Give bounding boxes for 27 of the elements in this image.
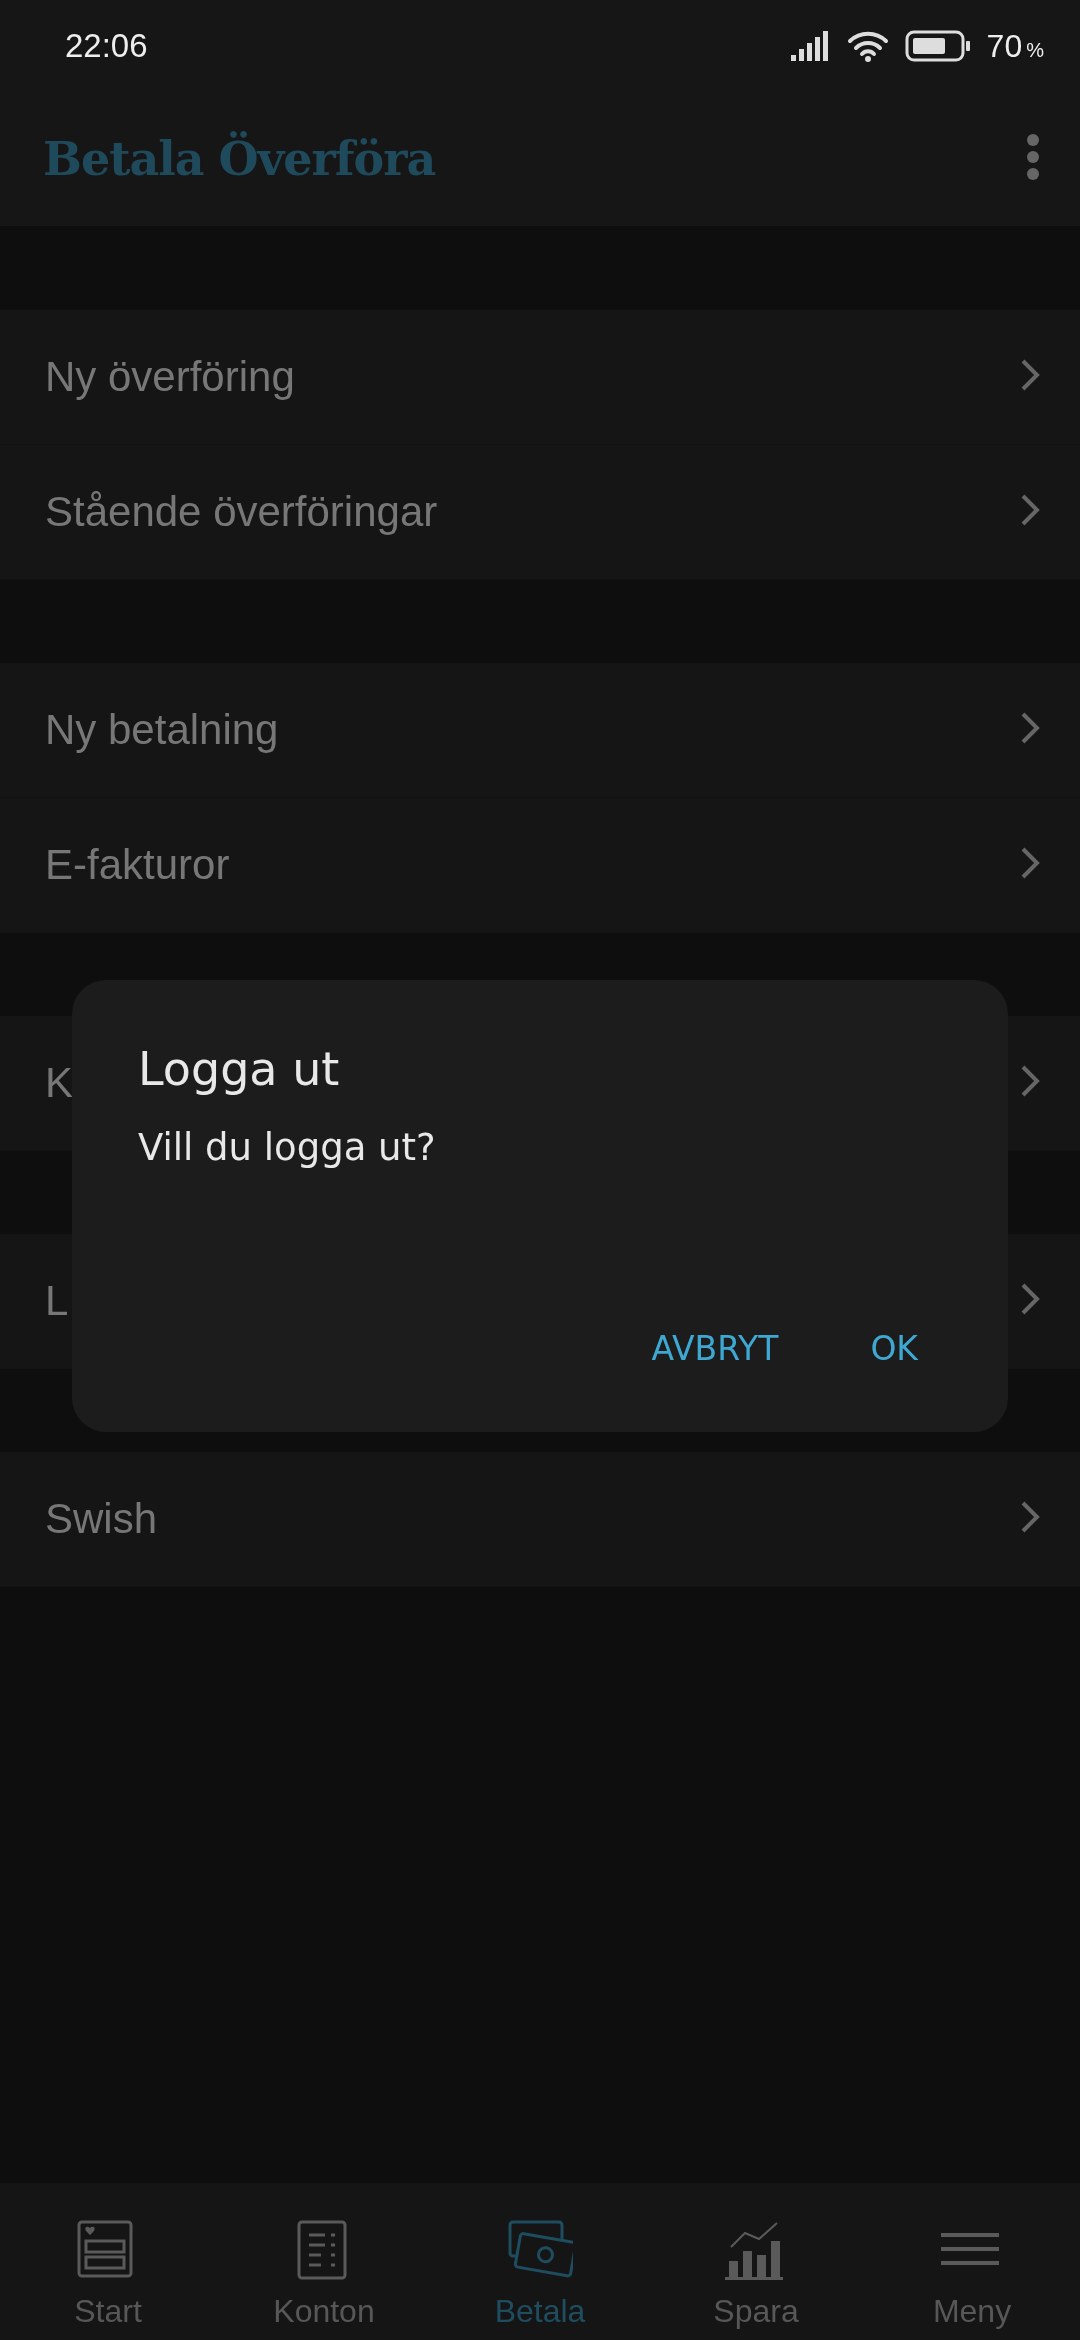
chevron-right-icon xyxy=(1020,711,1040,745)
wifi-icon xyxy=(846,30,889,62)
menu-row[interactable]: Ny överföring xyxy=(0,310,1080,445)
chevron-right-icon xyxy=(1020,1064,1040,1098)
chevron-right-icon xyxy=(1020,493,1040,527)
page-title: Betala Överföra xyxy=(43,132,436,186)
status-time: 22:06 xyxy=(65,27,148,65)
menu-row[interactable]: Swish xyxy=(0,1452,1080,1587)
dialog-message: Vill du logga ut? xyxy=(138,1126,437,1169)
dialog-title: Logga ut xyxy=(138,1042,341,1096)
menu-row[interactable]: Ny betalning xyxy=(0,663,1080,798)
chevron-right-icon xyxy=(1020,846,1040,880)
nav-tab[interactable]: Meny xyxy=(864,2183,1080,2340)
battery-percentage: 70% xyxy=(986,27,1044,65)
nav-tab[interactable]: Spara xyxy=(648,2183,864,2340)
menu-row[interactable]: Stående överföringar xyxy=(0,445,1080,580)
dialog-button[interactable]: OK xyxy=(870,1323,918,1374)
nav-tab[interactable]: Konton xyxy=(216,2183,432,2340)
menu-row[interactable]: E-fakturor xyxy=(0,798,1080,933)
dialog-button[interactable]: AVBRYT xyxy=(651,1323,779,1374)
battery-icon xyxy=(904,30,971,62)
nav-tab[interactable]: Start xyxy=(0,2183,216,2340)
chevron-right-icon xyxy=(1020,1500,1040,1534)
chevron-right-icon xyxy=(1020,358,1040,392)
chevron-right-icon xyxy=(1020,1282,1040,1316)
signal-icon xyxy=(790,31,831,61)
more-options-icon[interactable] xyxy=(1026,133,1040,181)
